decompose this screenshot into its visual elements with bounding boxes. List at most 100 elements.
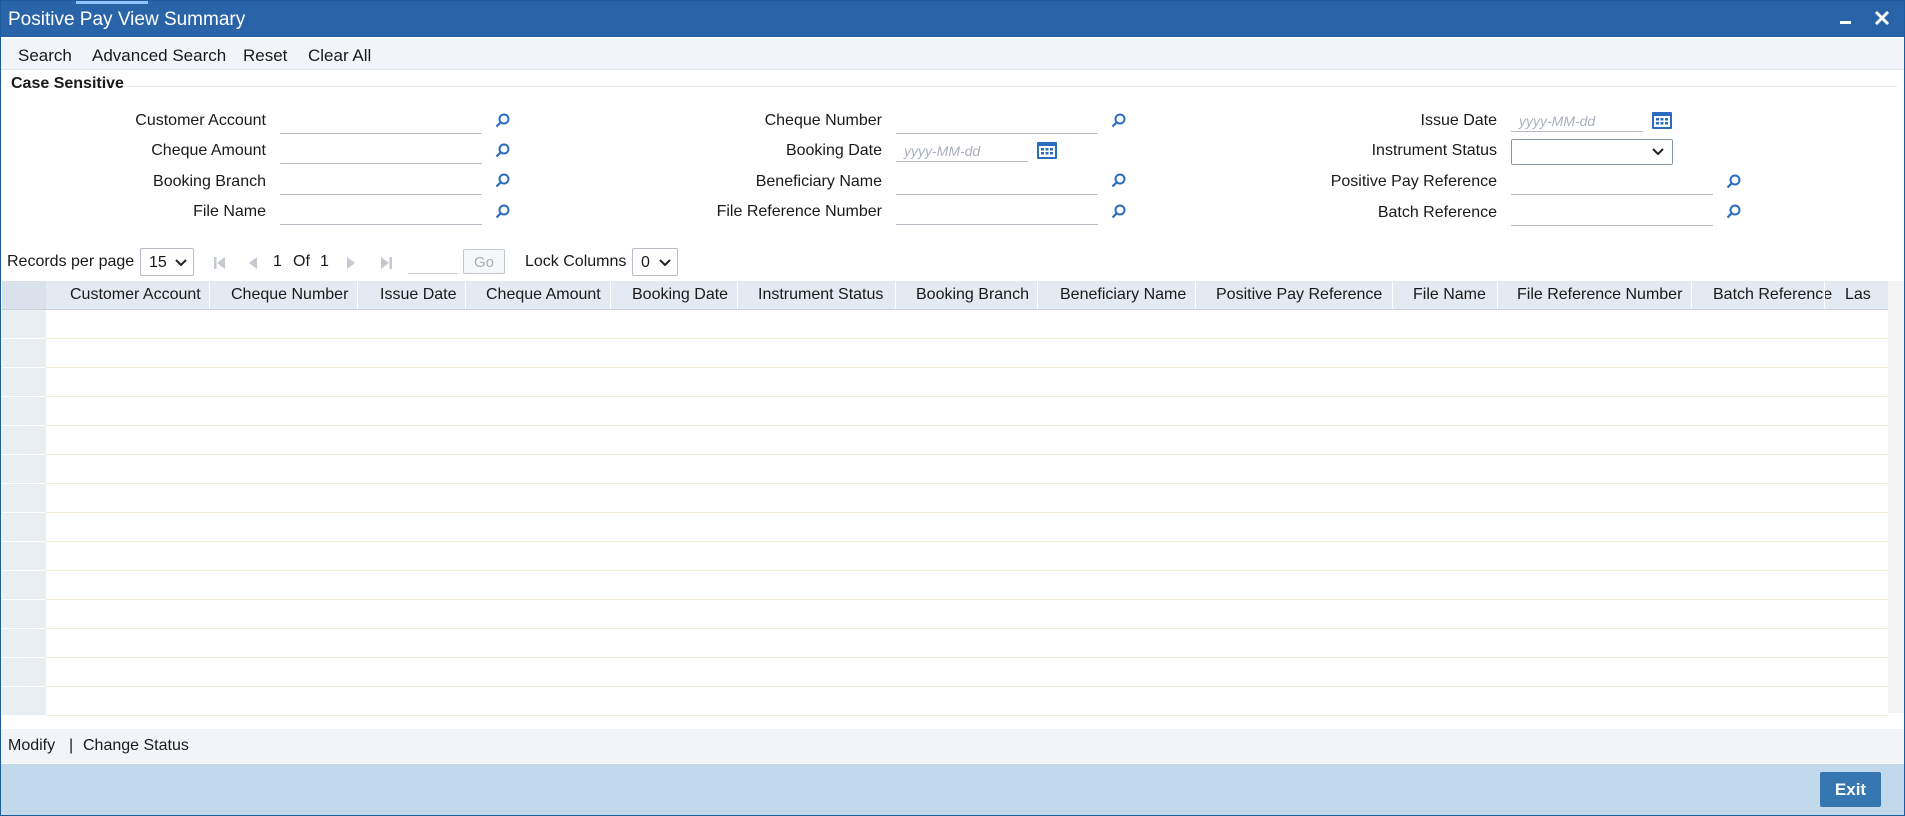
- cheque-amount-search-icon[interactable]: [494, 142, 512, 160]
- case-sensitive-legend: Case Sensitive: [11, 75, 124, 92]
- file-reference-number-search-icon[interactable]: [1110, 203, 1128, 221]
- table-row[interactable]: [46, 310, 1888, 339]
- batch-reference-input[interactable]: [1511, 203, 1713, 226]
- row-selector-cell[interactable]: [2, 397, 46, 426]
- column-header-customer-account[interactable]: Customer Account: [70, 286, 201, 304]
- column-header-beneficiary-name[interactable]: Beneficiary Name: [1060, 286, 1186, 304]
- row-selector-cell[interactable]: [2, 513, 46, 542]
- column-header-booking-branch[interactable]: Booking Branch: [916, 286, 1029, 304]
- instrument-status-select[interactable]: [1511, 139, 1673, 165]
- first-page-icon[interactable]: [212, 255, 228, 271]
- booking-branch-input[interactable]: [280, 172, 482, 195]
- column-header-truncated[interactable]: Las: [1845, 286, 1885, 304]
- column-header-booking-date[interactable]: Booking Date: [632, 286, 728, 304]
- column-divider: [610, 281, 611, 309]
- column-header-file-reference-number[interactable]: File Reference Number: [1517, 286, 1682, 304]
- booking-branch-label: Booking Branch: [153, 173, 266, 190]
- exit-button[interactable]: Exit: [1820, 772, 1881, 807]
- current-page-number: 1: [273, 253, 282, 270]
- column-divider: [737, 281, 738, 309]
- table-row[interactable]: [46, 339, 1888, 368]
- table-row[interactable]: [46, 542, 1888, 571]
- cheque-number-search-icon[interactable]: [1110, 112, 1128, 130]
- search-menu-item[interactable]: Search: [18, 46, 72, 66]
- minimize-icon[interactable]: [1835, 7, 1857, 31]
- column-header-cheque-amount[interactable]: Cheque Amount: [486, 286, 601, 304]
- file-name-label: File Name: [193, 203, 266, 220]
- column-header-positive-pay-reference[interactable]: Positive Pay Reference: [1216, 286, 1382, 304]
- row-selector-cell[interactable]: [2, 455, 46, 484]
- column-header-instrument-status[interactable]: Instrument Status: [758, 286, 883, 304]
- row-selector-cell[interactable]: [2, 426, 46, 455]
- issue-date-label: Issue Date: [1420, 112, 1497, 129]
- records-per-page-value: 15: [149, 254, 167, 271]
- cheque-amount-input[interactable]: [280, 141, 482, 164]
- column-header-batch-reference[interactable]: Batch Reference: [1713, 286, 1832, 304]
- row-selector-cell[interactable]: [2, 542, 46, 571]
- previous-page-icon[interactable]: [245, 255, 261, 271]
- row-selector-cell[interactable]: [2, 658, 46, 687]
- table-row[interactable]: [46, 426, 1888, 455]
- booking-date-input[interactable]: yyyy-MM-dd: [896, 140, 1028, 162]
- row-selector-cell[interactable]: [2, 339, 46, 368]
- go-to-page-input[interactable]: [408, 251, 458, 274]
- batch-reference-search-icon[interactable]: [1725, 203, 1743, 221]
- column-divider: [1824, 281, 1825, 309]
- table-row[interactable]: [46, 513, 1888, 542]
- chevron-down-icon: [175, 259, 187, 267]
- row-selector-cell[interactable]: [2, 368, 46, 397]
- customer-account-label: Customer Account: [135, 112, 266, 129]
- lock-columns-select[interactable]: 0: [632, 248, 678, 276]
- column-header-cheque-number[interactable]: Cheque Number: [231, 286, 348, 304]
- column-header-file-name[interactable]: File Name: [1413, 286, 1486, 304]
- booking-date-calendar-icon[interactable]: [1036, 140, 1058, 160]
- file-name-input[interactable]: [280, 202, 482, 225]
- table-row[interactable]: [46, 571, 1888, 600]
- file-reference-number-input[interactable]: [896, 202, 1098, 225]
- grid-vertical-scrollbar[interactable]: [1888, 281, 1904, 713]
- table-row[interactable]: [46, 629, 1888, 658]
- row-selector-cell[interactable]: [2, 310, 46, 339]
- modify-link[interactable]: Modify: [8, 737, 55, 755]
- positive-pay-reference-search-icon[interactable]: [1725, 173, 1743, 191]
- positive-pay-reference-input[interactable]: [1511, 172, 1713, 195]
- row-selector-cell[interactable]: [2, 600, 46, 629]
- change-status-link[interactable]: Change Status: [83, 737, 189, 755]
- last-page-icon[interactable]: [378, 255, 394, 271]
- records-per-page-label: Records per page: [7, 253, 135, 270]
- reset-menu-item[interactable]: Reset: [243, 46, 287, 66]
- row-selector-cell[interactable]: [2, 687, 46, 716]
- next-page-icon[interactable]: [343, 255, 359, 271]
- column-divider: [1392, 281, 1393, 309]
- table-row[interactable]: [46, 368, 1888, 397]
- go-button[interactable]: Go: [463, 249, 505, 274]
- table-row[interactable]: [46, 658, 1888, 687]
- column-header-issue-date[interactable]: Issue Date: [380, 286, 456, 304]
- records-per-page-select[interactable]: 15: [140, 248, 194, 276]
- select-all-header-cell[interactable]: [2, 281, 46, 309]
- table-row[interactable]: [46, 455, 1888, 484]
- beneficiary-name-input[interactable]: [896, 172, 1098, 195]
- file-name-search-icon[interactable]: [494, 203, 512, 221]
- cheque-number-input[interactable]: [896, 111, 1098, 134]
- booking-branch-search-icon[interactable]: [494, 172, 512, 190]
- column-divider: [465, 281, 466, 309]
- table-row[interactable]: [46, 397, 1888, 426]
- clear-all-menu-item[interactable]: Clear All: [308, 46, 371, 66]
- table-row[interactable]: [46, 687, 1888, 716]
- column-divider: [209, 281, 210, 309]
- issue-date-calendar-icon[interactable]: [1651, 110, 1673, 130]
- batch-reference-label: Batch Reference: [1377, 204, 1497, 221]
- issue-date-input[interactable]: yyyy-MM-dd: [1511, 110, 1643, 132]
- customer-account-input[interactable]: [280, 111, 482, 134]
- row-selector-cell[interactable]: [2, 571, 46, 600]
- customer-account-search-icon[interactable]: [494, 112, 512, 130]
- row-selector-cell[interactable]: [2, 629, 46, 658]
- close-icon[interactable]: [1871, 7, 1893, 31]
- row-selector-cell[interactable]: [2, 484, 46, 513]
- lock-columns-label: Lock Columns: [525, 253, 627, 270]
- table-row[interactable]: [46, 484, 1888, 513]
- beneficiary-name-search-icon[interactable]: [1110, 172, 1128, 190]
- advanced-search-menu-item[interactable]: Advanced Search: [92, 46, 226, 66]
- table-row[interactable]: [46, 600, 1888, 629]
